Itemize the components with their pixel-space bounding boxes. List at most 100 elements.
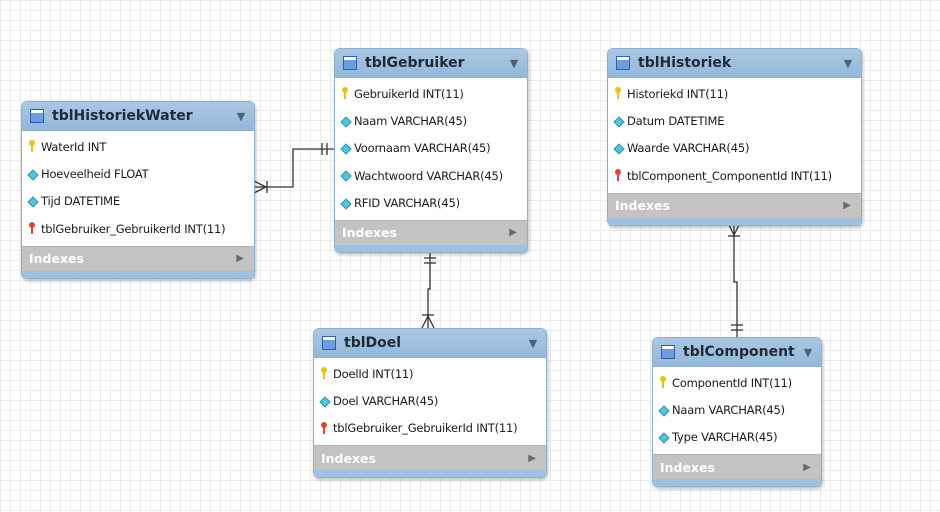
foreign-key-icon	[28, 222, 37, 235]
primary-key-icon	[614, 87, 623, 100]
table-icon	[661, 345, 675, 359]
column-label: GebruikerId INT(11)	[354, 86, 464, 101]
table-icon	[30, 109, 44, 123]
primary-key-icon	[659, 376, 668, 389]
table-footer	[314, 470, 546, 478]
table-title: tblDoel	[344, 335, 402, 351]
column-row[interactable]: Waarde VARCHAR(45)	[608, 135, 861, 162]
table-icon	[343, 56, 357, 70]
column-list: ComponentId INT(11) Naam VARCHAR(45) Type …	[653, 367, 821, 454]
column-label: tblGebruiker_GebruikerId INT(11)	[41, 221, 226, 236]
column-row[interactable]: Doel VARCHAR(45)	[314, 387, 546, 414]
expand-caret-icon[interactable]: ▶	[236, 253, 244, 264]
column-label: Historiekd INT(11)	[627, 86, 729, 101]
column-row[interactable]: Historiekd INT(11)	[608, 80, 861, 107]
expand-caret-icon[interactable]: ▶	[803, 462, 811, 473]
column-row[interactable]: ComponentId INT(11)	[653, 369, 821, 396]
indexes-row[interactable]: Indexes ▶	[22, 245, 254, 271]
table-title: tblHistoriekWater	[52, 108, 193, 124]
column-label: DoelId INT(11)	[333, 366, 414, 381]
column-row[interactable]: Naam VARCHAR(45)	[335, 107, 527, 134]
table-tbldoel[interactable]: tblDoel ▼ DoelId INT(11) Doel VARCHAR(45)…	[313, 328, 547, 479]
column-row[interactable]: Type VARCHAR(45)	[653, 424, 821, 451]
column-row[interactable]: Voornaam VARCHAR(45)	[335, 135, 527, 162]
column-list: Historiekd INT(11) Datum DATETIME Waarde V…	[608, 78, 861, 193]
expand-caret-icon[interactable]: ▶	[843, 200, 851, 211]
indexes-row[interactable]: Indexes ▶	[653, 454, 821, 480]
column-row[interactable]: Naam VARCHAR(45)	[653, 396, 821, 423]
column-diamond-icon	[320, 395, 329, 408]
table-title: tblHistoriek	[638, 55, 732, 71]
column-row[interactable]: tblGebruiker_GebruikerId INT(11)	[22, 215, 254, 242]
table-header[interactable]: tblGebruiker ▼	[335, 49, 527, 78]
column-row[interactable]: RFID VARCHAR(45)	[335, 190, 527, 217]
table-footer	[22, 270, 254, 278]
column-row[interactable]: Hoeveelheid FLOAT	[22, 160, 254, 187]
collapse-caret-icon[interactable]: ▼	[527, 337, 539, 350]
eer-diagram-canvas: tblHistoriekWater ▼ WaterId INT Hoeveelhe…	[0, 0, 940, 512]
indexes-label: Indexes	[342, 225, 397, 241]
column-diamond-icon	[341, 197, 350, 210]
expand-caret-icon[interactable]: ▶	[528, 453, 536, 464]
column-row[interactable]: tblGebruiker_GebruikerId INT(11)	[314, 415, 546, 442]
column-row[interactable]: GebruikerId INT(11)	[335, 80, 527, 107]
indexes-row[interactable]: Indexes ▶	[608, 192, 861, 218]
column-diamond-icon	[659, 404, 668, 417]
table-header[interactable]: tblComponent ▼	[653, 338, 821, 367]
table-footer	[608, 217, 861, 225]
table-tblhistoriek[interactable]: tblHistoriek ▼ Historiekd INT(11) Datum D…	[607, 48, 862, 226]
column-row[interactable]: Tijd DATETIME	[22, 188, 254, 215]
column-diamond-icon	[614, 115, 623, 128]
table-header[interactable]: tblDoel ▼	[314, 329, 546, 358]
column-row[interactable]: WaterId INT	[22, 133, 254, 160]
table-tblcomponent[interactable]: tblComponent ▼ ComponentId INT(11) Naam V…	[652, 337, 822, 488]
collapse-caret-icon[interactable]: ▼	[842, 57, 854, 70]
column-label: Tijd DATETIME	[41, 194, 120, 209]
column-diamond-icon	[341, 169, 350, 182]
column-label: tblComponent_ComponentId INT(11)	[627, 168, 832, 183]
column-label: Type VARCHAR(45)	[672, 430, 778, 445]
column-label: RFID VARCHAR(45)	[354, 196, 460, 211]
column-label: Naam VARCHAR(45)	[354, 114, 467, 129]
table-title: tblGebruiker	[365, 55, 465, 71]
indexes-label: Indexes	[321, 450, 376, 466]
column-row[interactable]: tblComponent_ComponentId INT(11)	[608, 162, 861, 189]
column-diamond-icon	[341, 115, 350, 128]
column-row[interactable]: DoelId INT(11)	[314, 360, 546, 387]
column-label: Naam VARCHAR(45)	[672, 403, 785, 418]
collapse-caret-icon[interactable]: ▼	[235, 110, 247, 123]
indexes-label: Indexes	[615, 198, 670, 214]
table-header[interactable]: tblHistoriek ▼	[608, 49, 861, 78]
column-diamond-icon	[614, 142, 623, 155]
column-list: WaterId INT Hoeveelheid FLOAT Tijd DATETIM…	[22, 131, 254, 246]
collapse-caret-icon[interactable]: ▼	[508, 57, 520, 70]
expand-caret-icon[interactable]: ▶	[509, 227, 517, 238]
primary-key-icon	[320, 367, 329, 380]
column-label: Datum DATETIME	[627, 114, 725, 129]
table-tblhistoriekwater[interactable]: tblHistoriekWater ▼ WaterId INT Hoeveelhe…	[21, 101, 255, 279]
indexes-row[interactable]: Indexes ▶	[335, 219, 527, 245]
foreign-key-icon	[320, 421, 329, 435]
column-row[interactable]: Wachtwoord VARCHAR(45)	[335, 162, 527, 189]
column-label: Waarde VARCHAR(45)	[627, 141, 750, 156]
column-label: Doel VARCHAR(45)	[333, 394, 439, 409]
indexes-label: Indexes	[29, 251, 84, 267]
column-diamond-icon	[28, 168, 37, 181]
table-footer	[335, 244, 527, 252]
table-icon	[322, 336, 336, 350]
column-list: DoelId INT(11) Doel VARCHAR(45) tblGebruik…	[314, 358, 546, 445]
table-icon	[616, 56, 630, 70]
column-diamond-icon	[341, 142, 350, 155]
column-diamond-icon	[659, 431, 668, 444]
foreign-key-icon	[614, 169, 623, 182]
primary-key-icon	[341, 87, 350, 100]
table-tblgebruiker[interactable]: tblGebruiker ▼ GebruikerId INT(11) Naam V…	[334, 48, 528, 253]
relationship-component-historiek	[733, 223, 738, 337]
collapse-caret-icon[interactable]: ▼	[802, 346, 814, 359]
column-label: tblGebruiker_GebruikerId INT(11)	[333, 421, 518, 436]
table-header[interactable]: tblHistoriekWater ▼	[22, 102, 254, 131]
column-list: GebruikerId INT(11) Naam VARCHAR(45) Voorn…	[335, 78, 527, 220]
column-row[interactable]: Datum DATETIME	[608, 107, 861, 134]
column-label: Voornaam VARCHAR(45)	[354, 141, 491, 156]
indexes-row[interactable]: Indexes ▶	[314, 445, 546, 471]
